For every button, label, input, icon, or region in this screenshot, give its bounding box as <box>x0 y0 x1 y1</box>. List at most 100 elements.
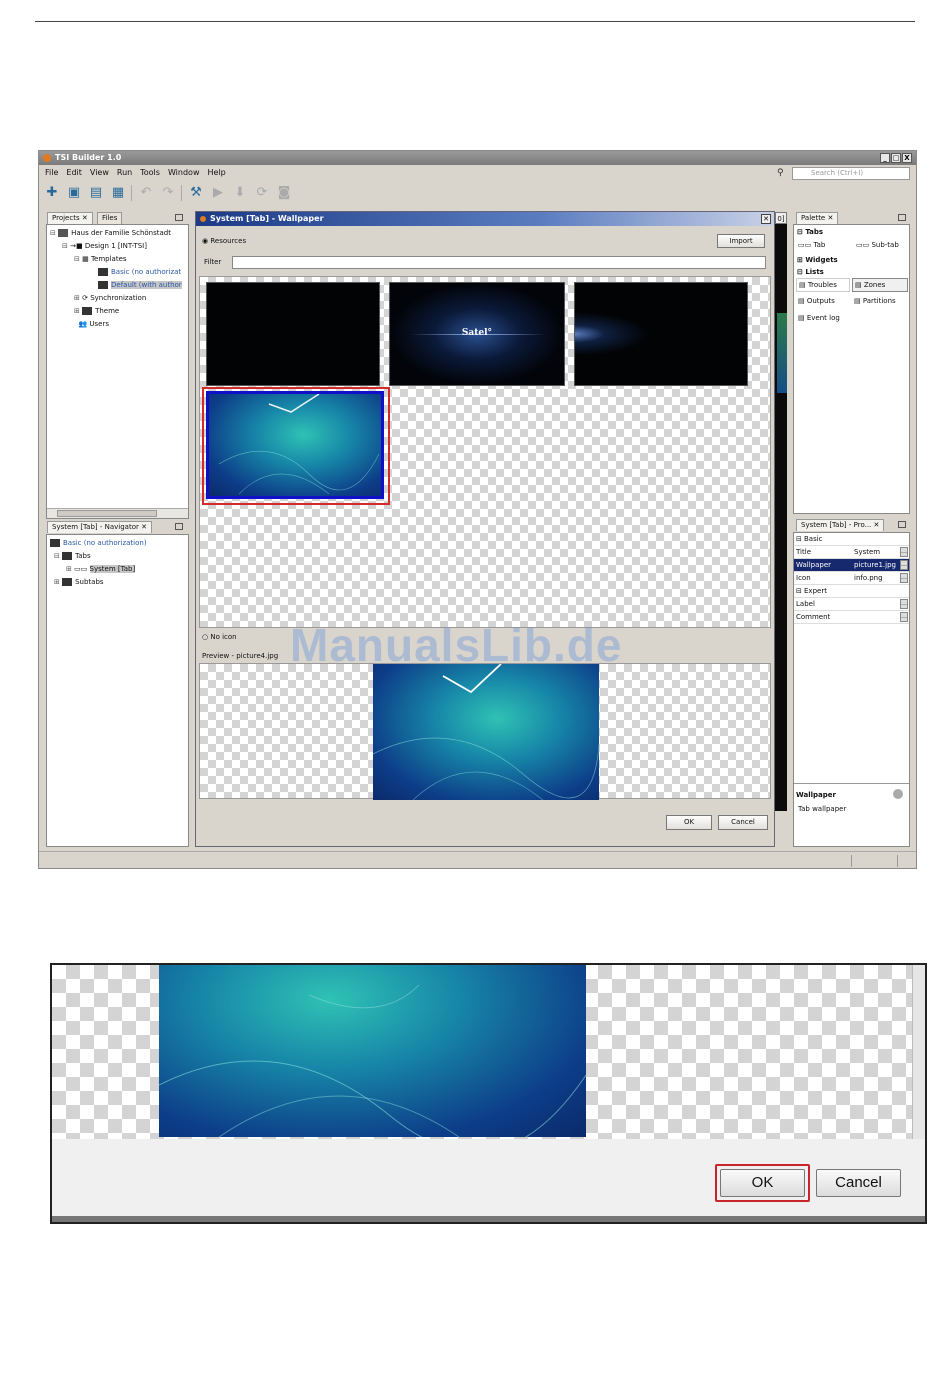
dialog-cancel-button[interactable]: Cancel <box>718 815 768 830</box>
no-icon-radio[interactable]: ○ No icon <box>202 633 237 641</box>
zoomed-cancel-button[interactable]: Cancel <box>816 1169 901 1197</box>
build-icon[interactable]: ⚒ <box>187 184 205 202</box>
tab-projects[interactable]: Projects ✕ <box>47 212 93 224</box>
help-text: Tab wallpaper <box>798 805 847 813</box>
undo-icon[interactable]: ↶ <box>137 184 155 202</box>
tab-files[interactable]: Files <box>97 212 123 224</box>
template-icon <box>50 539 60 547</box>
outputs-icon: ▤ <box>798 297 807 305</box>
horizontal-scrollbar[interactable] <box>47 508 188 518</box>
tab-properties[interactable]: System [Tab] - Pro... ✕ <box>796 519 885 531</box>
zoomed-ok-button[interactable]: OK <box>720 1169 805 1197</box>
run-icon[interactable]: ▶ <box>209 184 227 202</box>
tree-item-design[interactable]: ⊟ →■ Design 1 [INT-TSI] <box>50 240 182 253</box>
status-divider <box>897 855 898 867</box>
import-button[interactable]: Import <box>717 234 765 248</box>
close-button[interactable]: X <box>902 153 912 163</box>
menu-run[interactable]: Run <box>117 166 132 180</box>
wallpaper-gallery: Satel° <box>199 276 771 628</box>
maximize-button[interactable]: □ <box>891 153 901 163</box>
prop-row-comment[interactable]: Comment… <box>794 611 909 624</box>
nav-item-basic[interactable]: Basic (no authorization) <box>50 537 147 550</box>
menu-view[interactable]: View <box>90 166 109 180</box>
resources-radio[interactable]: ◉ Resources <box>202 237 246 245</box>
tab-navigator[interactable]: System [Tab] - Navigator ✕ <box>47 521 152 533</box>
wallpaper-thumb-1[interactable] <box>206 282 380 386</box>
menu-tools[interactable]: Tools <box>140 166 160 180</box>
zoomed-preview-area <box>52 965 912 1139</box>
filter-input[interactable] <box>232 256 766 269</box>
refresh-icon[interactable]: ⟳ <box>253 184 271 202</box>
tree-item-synchronization[interactable]: ⊞ ⟳ Synchronization <box>50 292 182 305</box>
minimize-panel-icon[interactable] <box>898 214 906 221</box>
tree-item-templates[interactable]: ⊟ ▦ Templates <box>50 253 182 266</box>
wallpaper-thumb-4-selected[interactable] <box>206 391 384 499</box>
nav-item-subtabs[interactable]: ⊞ Subtabs <box>50 576 147 589</box>
ellipsis-button[interactable]: … <box>900 573 908 583</box>
ellipsis-button[interactable]: … <box>900 547 908 557</box>
zoomed-scrollbar[interactable] <box>912 965 925 1139</box>
palette-item-tab[interactable]: ▭▭ Tab <box>798 239 825 252</box>
minimize-button[interactable]: _ <box>880 153 890 163</box>
dialog-close-icon[interactable]: ✕ <box>761 214 771 224</box>
new-project-icon[interactable]: ▣ <box>65 184 83 202</box>
scrollbar-thumb[interactable] <box>57 510 157 517</box>
palette-item-troubles[interactable]: ▤ Troubles <box>796 278 850 292</box>
search-placeholder: Search (Ctrl+I) <box>811 169 864 177</box>
tree-item-users[interactable]: 👥 Users <box>50 318 182 331</box>
dialog-title: System [Tab] - Wallpaper <box>210 214 324 223</box>
dialog-titlebar: System [Tab] - Wallpaper ✕ <box>196 212 774 226</box>
menu-window[interactable]: Window <box>168 166 200 180</box>
prop-row-label[interactable]: Label… <box>794 598 909 611</box>
ellipsis-button[interactable]: … <box>900 560 908 570</box>
search-input[interactable]: ⚲ Search (Ctrl+I) <box>777 167 910 180</box>
prop-row-wallpaper[interactable]: Wallpaper picture1.jpg… <box>794 559 909 572</box>
palette-section-tabs[interactable]: ⊟ Tabs <box>797 226 823 239</box>
app-window: TSI Builder 1.0 _ □ X File Edit View Run… <box>38 150 917 869</box>
palette-item-zones[interactable]: ▤ Zones <box>852 278 908 292</box>
minimize-panel-icon[interactable] <box>175 214 183 221</box>
tree-item-basic-template[interactable]: Basic (no authorizat <box>50 266 182 279</box>
collapse-icon: ⊟ <box>796 587 802 595</box>
prop-row-title[interactable]: Title System… <box>794 546 909 559</box>
search-icon: ⚲ <box>777 168 784 178</box>
palette-item-eventlog[interactable]: ▤ Event log <box>798 312 840 325</box>
minimize-panel-icon[interactable] <box>175 523 183 530</box>
tree-item-default-template[interactable]: Default (with author <box>50 279 182 292</box>
filter-label: Filter <box>204 258 222 266</box>
save-all-icon[interactable]: ▦ <box>109 184 127 202</box>
tree-item-project[interactable]: ⊟ Haus der Familie Schönstadt <box>50 227 182 240</box>
prop-row-icon[interactable]: Icon info.png… <box>794 572 909 585</box>
minimize-panel-icon[interactable] <box>898 521 906 528</box>
nav-item-tabs[interactable]: ⊟ Tabs <box>50 550 147 563</box>
open-project-icon[interactable]: ▤ <box>87 184 105 202</box>
menu-bar: File Edit View Run Tools Window Help <box>39 166 916 180</box>
menu-edit[interactable]: Edit <box>66 166 82 180</box>
properties-panel: ⊟ Basic Title System… Wallpaper picture1.jp… <box>793 532 910 847</box>
design-icon: →■ <box>70 242 85 250</box>
editor-tab-stub[interactable]: 0] <box>775 212 787 224</box>
tab-palette[interactable]: Palette ✕ <box>796 212 839 224</box>
tree-item-theme[interactable]: ⊞ Theme <box>50 305 182 318</box>
profile-icon[interactable]: ◙ <box>275 184 293 202</box>
menu-help[interactable]: Help <box>207 166 225 180</box>
palette-item-outputs[interactable]: ▤ Outputs <box>798 295 835 308</box>
prop-group-basic[interactable]: ⊟ Basic <box>794 533 909 546</box>
prop-group-expert[interactable]: ⊟ Expert <box>794 585 909 598</box>
menu-file[interactable]: File <box>45 166 58 180</box>
wallpaper-thumb-2[interactable]: Satel° <box>389 282 565 386</box>
new-file-icon[interactable]: ✚ <box>43 184 61 202</box>
redo-icon[interactable]: ↷ <box>159 184 177 202</box>
ellipsis-button[interactable]: … <box>900 599 908 609</box>
ellipsis-button[interactable]: … <box>900 612 908 622</box>
zoomed-bottom-border <box>52 1216 925 1222</box>
palette-item-subtab[interactable]: ▭▭ Sub-tab <box>856 239 899 252</box>
debug-icon[interactable]: ⬇ <box>231 184 249 202</box>
window-titlebar: TSI Builder 1.0 _ □ X <box>39 151 916 165</box>
navigator-tree: Basic (no authorization) ⊟ Tabs ⊞ ▭▭ Sys… <box>50 537 147 589</box>
nav-item-system-tab[interactable]: ⊞ ▭▭ System [Tab] <box>50 563 147 576</box>
dialog-ok-button[interactable]: OK <box>666 815 712 830</box>
palette-item-partitions[interactable]: ▤ Partitions <box>854 295 896 308</box>
wallpaper-thumb-3[interactable] <box>574 282 748 386</box>
zoomed-preview-image <box>159 965 586 1137</box>
